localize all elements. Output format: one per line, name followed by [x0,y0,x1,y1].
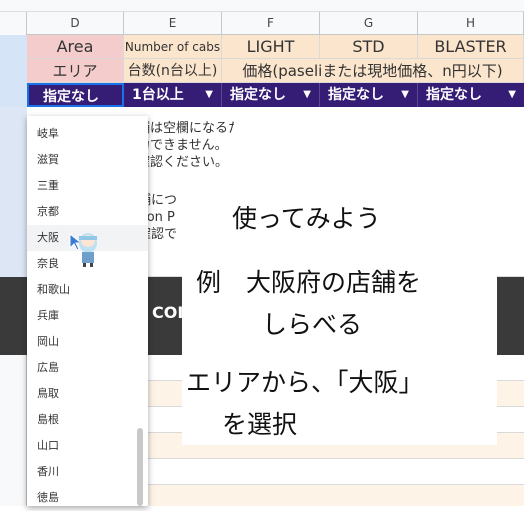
note-line-1: 使ってみよう [232,204,381,233]
area-jp-cell[interactable]: エリア [27,59,124,83]
note-line-3: しらべる [262,310,363,339]
area-header-cell[interactable]: Area [27,35,124,59]
std-filter-cell[interactable]: 指定なし ▼ [320,83,418,107]
area-filter-cell[interactable]: 指定なし [27,83,124,107]
instruction-note: 使ってみよう 例 大阪府の店舗を しらべる エリアから、「大阪」 を選択 [182,185,497,445]
note-line-5: を選択 [222,410,298,439]
light-filter-cell[interactable]: 指定なし ▼ [222,83,320,107]
dropdown-option[interactable]: 鳥取 [27,381,148,407]
area-filter-value: 指定なし [43,89,99,105]
cabs-jp-cell[interactable]: 台数(n台以上) [124,59,222,83]
cabs-filter-cell[interactable]: 1台以上 ▼ [124,83,222,107]
dropdown-arrow-icon[interactable]: ▼ [205,83,213,107]
dropdown-option[interactable]: 滋賀 [27,147,148,173]
cabs-header-cell[interactable]: Number of cabs [124,35,222,59]
dropdown-arrow-icon[interactable]: ▼ [303,83,311,107]
column-header-d[interactable]: D [27,12,124,35]
row1-left [0,35,27,107]
note-line-2: 例 大阪府の店舗を [196,268,422,297]
cursor-character-icon [69,232,97,267]
std-filter-value: 指定なし [328,87,384,103]
note-line-4: エリアから、「大阪」 [186,368,424,397]
dropdown-option[interactable]: 島根 [27,407,148,433]
dropdown-scrollbar[interactable] [137,428,143,506]
dropdown-option[interactable]: 山口 [27,433,148,459]
std-header-cell[interactable]: STD [320,35,418,59]
dropdown-arrow-icon[interactable]: ▼ [508,83,516,107]
notice-area-left [0,107,27,277]
dropdown-option[interactable]: 岐阜 [27,121,148,147]
column-header-h[interactable]: H [418,12,524,35]
area-dropdown-list[interactable]: 岐阜 滋賀 三重 京都 大阪 奈良 和歌山 兵庫 岡山 広島 鳥取 島根 山口 … [27,116,148,506]
column-header-f[interactable]: F [222,12,320,35]
dropdown-option[interactable]: 三重 [27,173,148,199]
column-header-e[interactable]: E [124,12,222,35]
dropdown-arrow-icon[interactable]: ▼ [401,83,409,107]
cabs-filter-value: 1台以上 [132,87,184,103]
column-header-g[interactable]: G [320,12,418,35]
light-header-cell[interactable]: LIGHT [222,35,320,59]
dropdown-option[interactable]: 徳島 [27,485,148,511]
band-text: COI [152,303,184,322]
dropdown-option[interactable]: 香川 [27,459,148,485]
top-strip [0,0,524,12]
dropdown-option[interactable]: 広島 [27,355,148,381]
blaster-filter-value: 指定なし [426,87,482,103]
price-jp-cell[interactable]: 価格(paseliまたは現地価格、n円以下) [222,59,524,83]
blaster-filter-cell[interactable]: 指定なし ▼ [418,83,524,107]
dropdown-option[interactable]: 和歌山 [27,277,148,303]
dropdown-option[interactable]: 兵庫 [27,303,148,329]
blaster-header-cell[interactable]: BLASTER [418,35,524,59]
dropdown-option[interactable]: 京都 [27,199,148,225]
light-filter-value: 指定なし [230,87,286,103]
dropdown-option[interactable]: 岡山 [27,329,148,355]
